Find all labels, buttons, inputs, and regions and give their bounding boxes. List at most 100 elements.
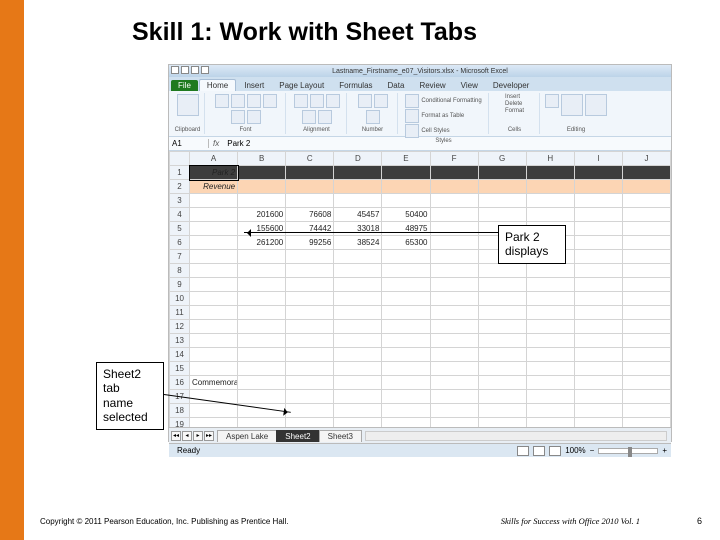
cell[interactable] (622, 320, 670, 334)
cell[interactable] (190, 222, 238, 236)
cell[interactable] (526, 404, 574, 418)
sheet-tab-aspen-lake[interactable]: Aspen Lake (217, 430, 277, 442)
border-icon[interactable] (263, 94, 277, 108)
cell[interactable] (526, 320, 574, 334)
cell[interactable] (622, 236, 670, 250)
cell[interactable] (430, 418, 478, 428)
cell[interactable] (478, 390, 526, 404)
tab-insert[interactable]: Insert (237, 80, 271, 91)
cell[interactable] (478, 376, 526, 390)
cell[interactable] (478, 348, 526, 362)
redo-icon[interactable] (201, 66, 209, 74)
row-header[interactable]: 14 (170, 348, 190, 362)
view-layout-icon[interactable] (533, 446, 545, 456)
cell[interactable] (526, 166, 574, 180)
cell[interactable] (526, 208, 574, 222)
cell[interactable] (286, 180, 334, 194)
font-color-icon[interactable] (247, 110, 261, 124)
cell[interactable] (622, 222, 670, 236)
cell[interactable] (190, 194, 238, 208)
formula-value[interactable]: Park 2 (223, 139, 250, 148)
autosum-icon[interactable] (545, 94, 559, 108)
cell[interactable] (622, 306, 670, 320)
cell[interactable] (478, 404, 526, 418)
cell[interactable] (430, 194, 478, 208)
col-header[interactable]: C (286, 152, 334, 166)
col-header[interactable]: E (382, 152, 430, 166)
cell[interactable] (574, 348, 622, 362)
cell[interactable] (430, 390, 478, 404)
cell[interactable] (286, 334, 334, 348)
cell[interactable] (238, 250, 286, 264)
cell[interactable] (334, 418, 382, 428)
cell[interactable] (526, 418, 574, 428)
cell[interactable] (334, 348, 382, 362)
cell[interactable] (334, 362, 382, 376)
cell[interactable] (622, 208, 670, 222)
cell[interactable] (574, 250, 622, 264)
cell[interactable] (526, 306, 574, 320)
cell[interactable] (286, 264, 334, 278)
row-header[interactable]: 3 (170, 194, 190, 208)
cell[interactable] (190, 236, 238, 250)
cell[interactable] (238, 292, 286, 306)
cell[interactable] (526, 348, 574, 362)
cell[interactable] (622, 166, 670, 180)
tab-page-layout[interactable]: Page Layout (272, 80, 331, 91)
zoom-in-icon[interactable]: + (662, 446, 667, 455)
cell[interactable] (574, 418, 622, 428)
cell[interactable] (190, 320, 238, 334)
currency-icon[interactable] (358, 94, 372, 108)
cell[interactable] (382, 376, 430, 390)
cell[interactable] (430, 208, 478, 222)
percent-icon[interactable] (374, 94, 388, 108)
cell[interactable] (478, 194, 526, 208)
cell[interactable] (334, 306, 382, 320)
row-header[interactable]: 4 (170, 208, 190, 222)
format-table-icon[interactable] (405, 109, 419, 123)
row-header[interactable]: 9 (170, 278, 190, 292)
cell[interactable] (574, 376, 622, 390)
cell[interactable] (238, 418, 286, 428)
cell[interactable] (190, 278, 238, 292)
undo-icon[interactable] (191, 66, 199, 74)
cell[interactable] (286, 320, 334, 334)
cell[interactable] (622, 376, 670, 390)
cell[interactable] (478, 334, 526, 348)
cell[interactable] (574, 362, 622, 376)
cell[interactable] (526, 194, 574, 208)
cell[interactable]: 76608 (286, 208, 334, 222)
cell[interactable] (334, 320, 382, 334)
cell[interactable] (526, 292, 574, 306)
cell[interactable] (382, 320, 430, 334)
cell[interactable] (622, 292, 670, 306)
col-header[interactable]: G (478, 152, 526, 166)
format-cells-button[interactable]: Format (505, 108, 524, 114)
sheet-nav-prev-icon[interactable]: ◂ (182, 431, 192, 441)
col-header[interactable]: H (526, 152, 574, 166)
cell[interactable] (382, 278, 430, 292)
cell[interactable] (382, 362, 430, 376)
cell[interactable] (574, 306, 622, 320)
cell-styles-icon[interactable] (405, 124, 419, 138)
cell[interactable] (382, 264, 430, 278)
row-header[interactable]: 11 (170, 306, 190, 320)
cell[interactable] (238, 320, 286, 334)
find-select-icon[interactable] (585, 94, 607, 116)
delete-cells-button[interactable]: Delete (505, 101, 524, 107)
cell[interactable] (286, 306, 334, 320)
col-header[interactable]: D (334, 152, 382, 166)
cell[interactable] (238, 194, 286, 208)
cell[interactable] (286, 390, 334, 404)
cell[interactable] (430, 306, 478, 320)
cell[interactable] (238, 362, 286, 376)
cell[interactable] (190, 348, 238, 362)
sheet-nav-next-icon[interactable]: ▸ (193, 431, 203, 441)
cell[interactable] (622, 334, 670, 348)
col-header[interactable]: F (430, 152, 478, 166)
cell[interactable] (430, 292, 478, 306)
zoom-out-icon[interactable]: − (590, 446, 595, 455)
cell[interactable] (286, 376, 334, 390)
spreadsheet-grid[interactable]: ABCDEFGHIJ1Park 22Revenue342016007660845… (169, 151, 671, 427)
cell[interactable] (238, 278, 286, 292)
